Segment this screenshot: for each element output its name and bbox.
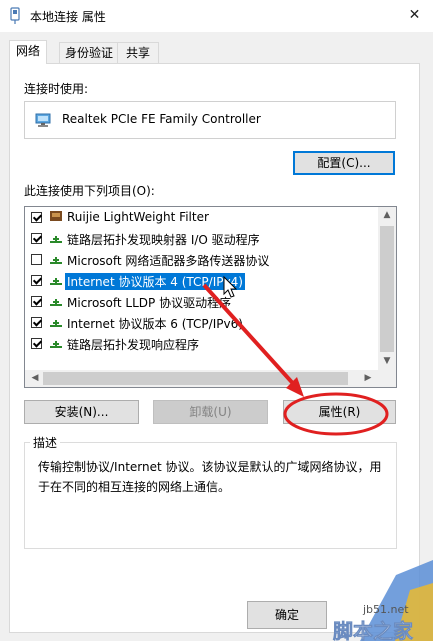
- items-label: 此连接使用下列项目(O):: [24, 184, 155, 198]
- network-adapter-icon: [8, 7, 22, 25]
- ok-button[interactable]: 确定: [247, 601, 327, 629]
- uninstall-button[interactable]: 卸载(U): [153, 400, 268, 424]
- network-protocol-icon: [50, 257, 62, 264]
- description-text: 传输控制协议/Internet 协议。该协议是默认的广域网络协议，用于在不同的相…: [38, 460, 382, 494]
- item-label: 链路层拓扑发现映射器 I/O 驱动程序: [67, 233, 260, 247]
- watermark-name: 脚本之家: [333, 619, 414, 644]
- item-checkbox[interactable]: [31, 338, 42, 349]
- item-checkbox[interactable]: [31, 212, 42, 223]
- vertical-scroll-thumb[interactable]: [380, 226, 394, 352]
- adapter-name: Realtek PCIe FE Family Controller: [62, 112, 261, 126]
- list-item[interactable]: 链路层拓扑发现映射器 I/O 驱动程序: [29, 229, 374, 249]
- tab-authentication[interactable]: 身份验证: [59, 42, 119, 63]
- scroll-left-icon[interactable]: ◀: [27, 373, 43, 383]
- install-button[interactable]: 安装(N)...: [24, 400, 139, 424]
- item-checkbox[interactable]: [31, 296, 42, 307]
- window-title: 本地连接 属性: [30, 10, 106, 24]
- connect-using-label: 连接时使用:: [24, 82, 89, 96]
- item-label: Internet 协议版本 4 (TCP/IPv4): [65, 273, 245, 290]
- scroll-right-icon[interactable]: ▶: [360, 373, 376, 383]
- network-adapter-icon: [35, 112, 51, 128]
- network-protocol-icon: [50, 341, 62, 348]
- network-protocol-icon: [50, 320, 62, 327]
- item-checkbox[interactable]: [31, 233, 42, 244]
- close-icon: ✕: [408, 7, 421, 23]
- network-protocol-icon: [50, 278, 62, 285]
- list-item[interactable]: Internet 协议版本 4 (TCP/IPv4): [29, 271, 374, 291]
- list-item[interactable]: Microsoft 网络适配器多路传送器协议: [29, 250, 374, 270]
- item-label: 链路层拓扑发现响应程序: [67, 338, 200, 352]
- item-label: Ruijie LightWeight Filter: [67, 210, 209, 224]
- list-item[interactable]: Internet 协议版本 6 (TCP/IPv6): [29, 313, 374, 333]
- item-label: Microsoft 网络适配器多路传送器协议: [67, 254, 270, 268]
- item-checkbox[interactable]: [31, 254, 42, 265]
- item-checkbox[interactable]: [31, 275, 42, 286]
- list-item[interactable]: Microsoft LLDP 协议驱动程序: [29, 292, 374, 312]
- configure-button[interactable]: 配置(C)...: [293, 151, 395, 175]
- item-checkbox[interactable]: [31, 317, 42, 328]
- scroll-down-icon[interactable]: ▼: [379, 356, 395, 366]
- scroll-corner: [378, 370, 396, 387]
- scroll-up-icon[interactable]: ▲: [379, 210, 395, 220]
- filter-icon: [50, 211, 62, 221]
- list-item[interactable]: Ruijie LightWeight Filter: [29, 208, 374, 228]
- properties-button[interactable]: 属性(R): [283, 400, 396, 424]
- network-protocol-icon: [50, 236, 62, 243]
- description-title: 描述: [30, 434, 61, 451]
- tab-sharing[interactable]: 共享: [117, 42, 159, 63]
- tab-network[interactable]: 网络: [9, 40, 47, 64]
- list-item[interactable]: 链路层拓扑发现响应程序: [29, 334, 374, 354]
- item-label: Microsoft LLDP 协议驱动程序: [67, 296, 232, 310]
- horizontal-scroll-thumb[interactable]: [43, 372, 348, 385]
- item-label: Internet 协议版本 6 (TCP/IPv6): [67, 317, 243, 331]
- network-protocol-icon: [50, 299, 62, 306]
- close-button[interactable]: ✕: [396, 0, 433, 30]
